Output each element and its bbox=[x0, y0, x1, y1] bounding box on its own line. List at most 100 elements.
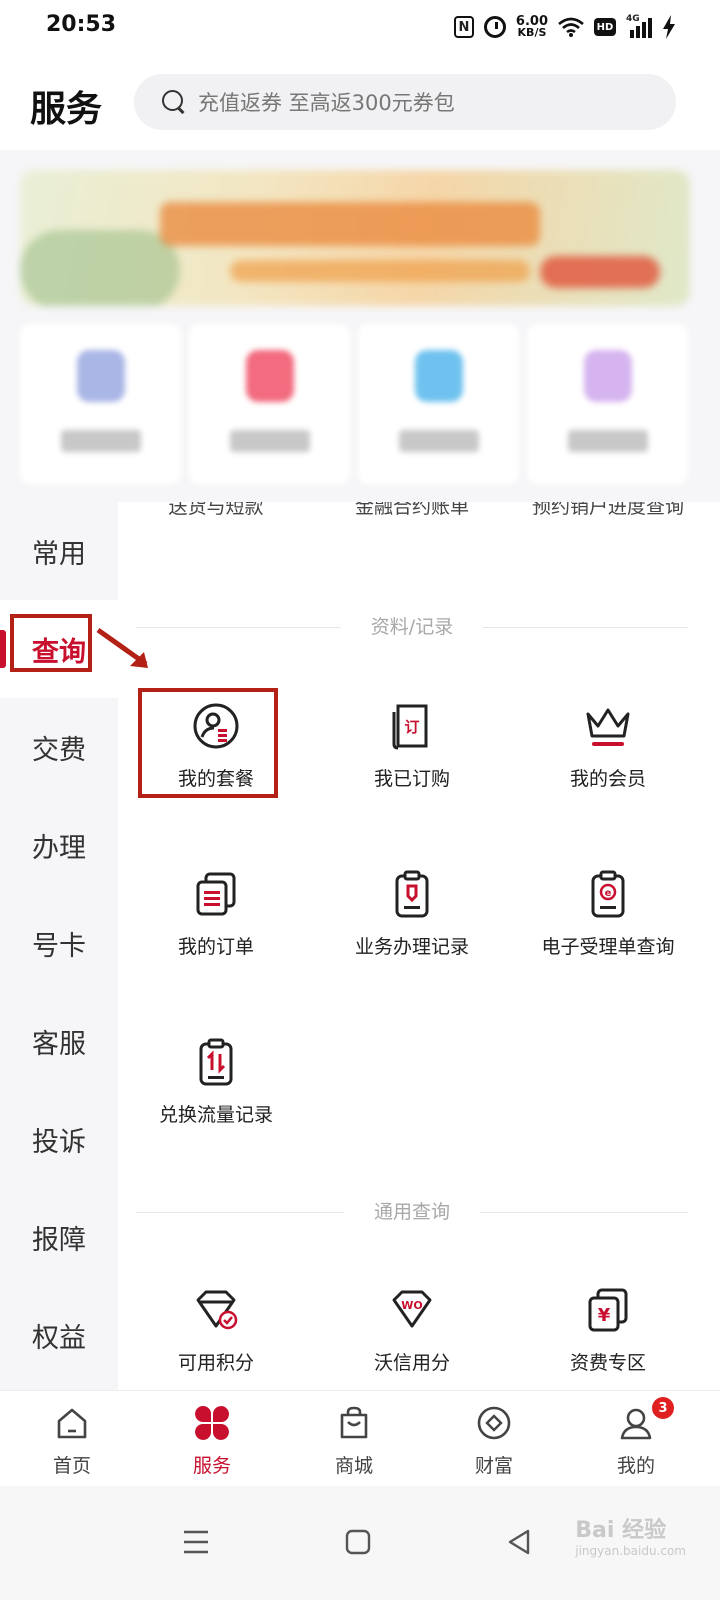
item-label: 兑换流量记录 bbox=[158, 1104, 273, 1126]
hd-voice-icon: HD bbox=[594, 18, 616, 36]
tab-wealth[interactable]: 财富 bbox=[422, 1391, 566, 1487]
partial-item-label[interactable]: 送货与短款 bbox=[118, 502, 314, 519]
section-header-general: 通用查询 bbox=[136, 1197, 688, 1227]
item-label: 沃信用分 bbox=[373, 1352, 450, 1374]
bottom-tab-bar: 首页 服务 商城 财富 3 我的 bbox=[0, 1390, 720, 1486]
home-square-icon[interactable] bbox=[338, 1522, 378, 1562]
promo-banner[interactable] bbox=[20, 170, 690, 306]
search-icon bbox=[162, 90, 186, 114]
partial-row: 送货与短款 金融合约账单 预约销户进度查询 bbox=[118, 502, 720, 524]
item-label: 我已订购 bbox=[373, 768, 450, 790]
tariff-yen-icon: ¥ bbox=[588, 1288, 628, 1332]
page-title: 服务 bbox=[30, 89, 103, 130]
status-time: 20:53 bbox=[46, 12, 117, 37]
nav-item-complaint[interactable]: 投诉 bbox=[0, 1090, 118, 1188]
menu-icon[interactable] bbox=[176, 1522, 216, 1562]
ordered-glyph: 订 bbox=[404, 718, 419, 736]
quick-entries bbox=[20, 324, 688, 484]
tab-label: 财富 bbox=[474, 1455, 513, 1477]
nav-item-label: 常用 bbox=[32, 538, 86, 570]
quick-entry[interactable] bbox=[358, 324, 519, 484]
nav-item-label: 办理 bbox=[32, 832, 86, 864]
ordered-item[interactable]: 订 我已订购 bbox=[314, 692, 510, 822]
wifi-icon bbox=[558, 17, 584, 37]
wo-glyph: WO bbox=[401, 1299, 422, 1312]
item-label: 电子受理单查询 bbox=[541, 936, 675, 958]
home-icon bbox=[57, 1408, 87, 1439]
data-exchange-records-item[interactable]: 兑换流量记录 bbox=[118, 1028, 314, 1158]
tab-label: 服务 bbox=[192, 1455, 231, 1477]
network-speed: 6.00 KB/S bbox=[516, 15, 548, 39]
network-speed-unit: KB/S bbox=[517, 26, 547, 39]
orders-icon bbox=[196, 872, 236, 916]
nav-item-label: 权益 bbox=[32, 1322, 86, 1354]
e-receipt-item[interactable]: e 电子受理单查询 bbox=[510, 860, 706, 990]
crown-icon bbox=[586, 708, 630, 746]
header: 服务 充值返券 至高返300元券包 bbox=[0, 56, 720, 150]
signal-type: 4G bbox=[626, 14, 640, 24]
tab-mall[interactable]: 商城 bbox=[282, 1391, 426, 1487]
membership-item[interactable]: 我的会员 bbox=[510, 692, 706, 822]
nav-item-support[interactable]: 客服 bbox=[0, 992, 118, 1090]
business-records-item[interactable]: 业务办理记录 bbox=[314, 860, 510, 990]
quick-entry[interactable] bbox=[20, 324, 181, 484]
clipboard-e-icon: e bbox=[591, 870, 625, 918]
active-indicator bbox=[0, 630, 6, 668]
system-navigation-bar: Bai 经验 jingyan.baidu.com bbox=[0, 1486, 720, 1600]
tab-label: 首页 bbox=[52, 1455, 91, 1477]
nav-item-pay[interactable]: 交费 bbox=[0, 698, 118, 796]
yen-glyph: ¥ bbox=[598, 1305, 611, 1326]
annotation-box bbox=[138, 688, 278, 798]
tab-mine[interactable]: 3 我的 bbox=[564, 1391, 708, 1487]
wo-credit-item[interactable]: WO 沃信用分 bbox=[314, 1276, 510, 1390]
my-orders-item[interactable]: 我的订单 bbox=[118, 860, 314, 990]
section-header-records: 资料/记录 bbox=[136, 612, 688, 642]
nav-item-fault[interactable]: 报障 bbox=[0, 1188, 118, 1286]
nav-item-handle[interactable]: 办理 bbox=[0, 796, 118, 894]
status-bar: 20:53 N 6.00 KB/S HD 4G bbox=[0, 0, 720, 56]
quick-entry[interactable] bbox=[527, 324, 688, 484]
item-label: 我的订单 bbox=[177, 936, 254, 958]
tariff-item[interactable]: ¥ 资费专区 bbox=[510, 1276, 706, 1390]
nav-item-label: 交费 bbox=[32, 734, 86, 766]
charging-icon bbox=[663, 15, 675, 39]
partial-item-label[interactable]: 预约销户进度查询 bbox=[510, 502, 706, 519]
partial-item-label[interactable]: 金融合约账单 bbox=[314, 502, 510, 519]
back-icon[interactable] bbox=[500, 1522, 540, 1562]
shopping-bag-icon bbox=[340, 1406, 368, 1439]
annotation-box bbox=[10, 614, 92, 672]
e-glyph: e bbox=[605, 888, 612, 899]
nav-item-benefits[interactable]: 权益 bbox=[0, 1286, 118, 1384]
points-item[interactable]: 可用积分 bbox=[118, 1276, 314, 1390]
item-label: 资费专区 bbox=[569, 1352, 646, 1374]
tab-label: 商城 bbox=[334, 1455, 373, 1477]
wo-credit-icon: WO bbox=[392, 1290, 432, 1328]
quick-entry[interactable] bbox=[189, 324, 350, 484]
tab-service[interactable]: 服务 bbox=[140, 1391, 284, 1487]
search-input[interactable]: 充值返券 至高返300元券包 bbox=[134, 74, 676, 130]
watermark-url: jingyan.baidu.com bbox=[575, 1544, 686, 1558]
points-diamond-icon bbox=[196, 1290, 238, 1330]
profile-icon bbox=[620, 1408, 652, 1440]
watermark-text: Bai 经验 bbox=[575, 1518, 667, 1543]
status-icons: N 6.00 KB/S HD 4G bbox=[453, 12, 676, 42]
nav-item-label: 投诉 bbox=[32, 1126, 86, 1158]
signal-icon: 4G bbox=[626, 14, 652, 38]
ordered-doc-icon: 订 bbox=[392, 704, 428, 750]
item-label: 业务办理记录 bbox=[354, 936, 469, 958]
item-label: 我的会员 bbox=[569, 768, 646, 790]
promo-zone bbox=[0, 150, 720, 502]
notification-badge: 3 bbox=[652, 1397, 674, 1419]
clipboard-exchange-icon bbox=[199, 1038, 233, 1086]
tab-label: 我的 bbox=[616, 1455, 655, 1477]
nav-item-sim[interactable]: 号卡 bbox=[0, 894, 118, 992]
section-title: 通用查询 bbox=[343, 1197, 481, 1227]
nav-item-label: 报障 bbox=[32, 1224, 86, 1256]
service-clover-icon bbox=[195, 1406, 229, 1440]
nav-item-common[interactable]: 常用 bbox=[0, 502, 118, 600]
tab-home[interactable]: 首页 bbox=[0, 1391, 144, 1487]
nav-item-label: 号卡 bbox=[32, 930, 86, 962]
section-title: 资料/记录 bbox=[340, 612, 484, 642]
nav-item-label: 客服 bbox=[32, 1028, 86, 1060]
item-label: 可用积分 bbox=[177, 1352, 254, 1374]
